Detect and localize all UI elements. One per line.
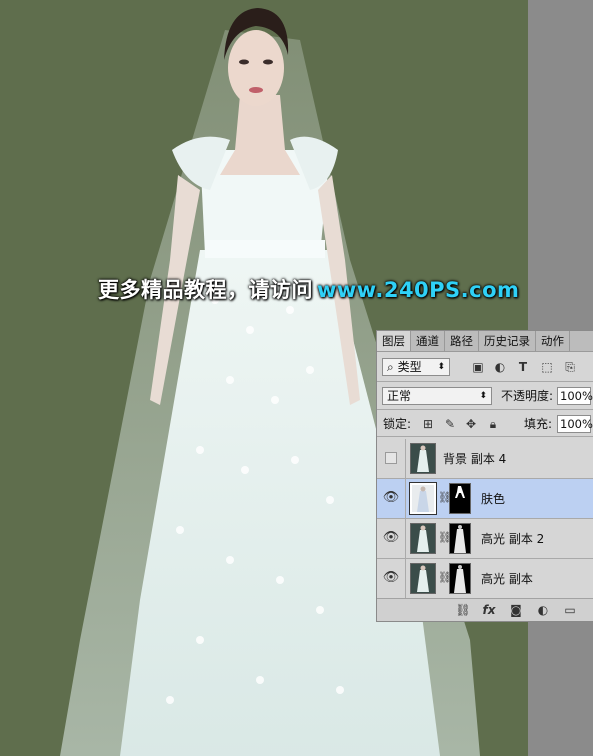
type-filter-icon[interactable]: T bbox=[516, 360, 530, 374]
fill-input[interactable]: 100% bbox=[557, 415, 593, 433]
tab-history[interactable]: 历史记录 bbox=[479, 331, 536, 351]
visibility-toggle-off[interactable] bbox=[385, 452, 397, 464]
blend-mode-select[interactable]: 正常 ⬍ bbox=[382, 387, 492, 405]
watermark-text: 更多精品教程，请访问 bbox=[98, 278, 313, 302]
watermark-url[interactable]: www.240PS.com bbox=[317, 278, 519, 302]
layer-thumbnail[interactable] bbox=[410, 443, 436, 474]
layer-name[interactable]: 高光 副本 bbox=[481, 571, 533, 587]
fx-icon[interactable]: fx bbox=[481, 602, 497, 618]
lock-transparent-icon[interactable]: ⊞ bbox=[421, 417, 435, 431]
adjustment-layer-icon[interactable]: ◐ bbox=[535, 602, 551, 618]
mask-link-icon[interactable]: ⛓︎ bbox=[438, 571, 452, 584]
layer-mask-thumbnail[interactable] bbox=[449, 563, 471, 594]
layer-name[interactable]: 肤色 bbox=[481, 491, 505, 507]
eye-icon[interactable]: 👁︎ bbox=[382, 489, 400, 507]
eye-icon[interactable]: 👁︎ bbox=[382, 529, 400, 547]
divider bbox=[405, 559, 406, 599]
lock-label: 锁定: bbox=[383, 417, 412, 431]
layer-name[interactable]: 高光 副本 2 bbox=[481, 531, 544, 547]
divider bbox=[405, 439, 406, 479]
tab-actions[interactable]: 动作 bbox=[536, 331, 570, 351]
add-mask-icon[interactable]: ◙ bbox=[508, 602, 524, 618]
layer-mask-thumbnail[interactable] bbox=[449, 483, 471, 514]
layer-row[interactable]: 👁︎ ⛓︎ 高光 副本 bbox=[377, 559, 593, 599]
opacity-label: 不透明度: bbox=[501, 389, 554, 403]
layer-mask-thumbnail[interactable] bbox=[449, 523, 471, 554]
layer-row[interactable]: 背景 副本 4 bbox=[377, 439, 593, 479]
lock-paint-icon[interactable]: ✎ bbox=[443, 417, 457, 431]
tab-layers[interactable]: 图层 bbox=[377, 331, 411, 351]
layer-row[interactable]: 👁︎ ⛓︎ 高光 副本 2 bbox=[377, 519, 593, 559]
eye-icon[interactable]: 👁︎ bbox=[382, 569, 400, 587]
shape-filter-icon[interactable]: ⬚ bbox=[540, 360, 554, 374]
opacity-input[interactable]: 100% bbox=[557, 387, 593, 405]
new-group-icon[interactable]: ▭ bbox=[562, 602, 578, 618]
fill-label: 填充: bbox=[524, 417, 553, 431]
layer-kind-filter[interactable]: ⌕ 类型 ⬍ bbox=[382, 358, 450, 376]
divider bbox=[405, 479, 406, 519]
tab-paths[interactable]: 路径 bbox=[445, 331, 479, 351]
tab-channels[interactable]: 通道 bbox=[411, 331, 445, 351]
link-layers-icon[interactable]: ⛓︎ bbox=[455, 602, 471, 618]
blend-mode-value: 正常 bbox=[387, 389, 412, 403]
smart-object-filter-icon[interactable]: ⎘ bbox=[563, 360, 577, 374]
panel-tabs: 图层 通道 路径 历史记录 动作 bbox=[377, 331, 593, 352]
layer-thumbnail[interactable] bbox=[410, 563, 436, 594]
image-filter-icon[interactable]: ▣ bbox=[471, 360, 485, 374]
layer-thumbnail[interactable] bbox=[410, 523, 436, 554]
divider bbox=[377, 381, 593, 382]
mask-link-icon[interactable]: ⛓︎ bbox=[438, 531, 452, 544]
magnifier-icon: ⌕ bbox=[387, 360, 394, 374]
panel-bottom-bar: ⛓︎ fx ◙ ◐ ▭ bbox=[377, 598, 593, 621]
lock-all-icon[interactable]: 🔒︎ bbox=[486, 417, 500, 431]
updown-arrow-icon: ⬍ bbox=[479, 391, 487, 401]
divider bbox=[405, 519, 406, 559]
lock-position-icon[interactable]: ✥ bbox=[464, 417, 478, 431]
divider bbox=[377, 436, 593, 437]
watermark: 更多精品教程，请访问 www.240PS.com bbox=[98, 274, 519, 304]
mask-link-icon[interactable]: ⛓︎ bbox=[438, 491, 452, 504]
divider bbox=[377, 409, 593, 410]
layer-thumbnail[interactable] bbox=[409, 482, 437, 515]
adjustment-filter-icon[interactable]: ◐ bbox=[493, 360, 507, 374]
updown-arrow-icon: ⬍ bbox=[437, 362, 445, 372]
filter-kind-label: 类型 bbox=[397, 360, 422, 374]
layer-name[interactable]: 背景 副本 4 bbox=[443, 451, 506, 467]
layer-row-selected[interactable]: 👁︎ ⛓︎ 肤色 bbox=[377, 479, 593, 519]
layers-panel: 图层 通道 路径 历史记录 动作 ⌕ 类型 ⬍ ▣ ◐ T ⬚ ⎘ 正常 ⬍ 不… bbox=[376, 330, 593, 622]
